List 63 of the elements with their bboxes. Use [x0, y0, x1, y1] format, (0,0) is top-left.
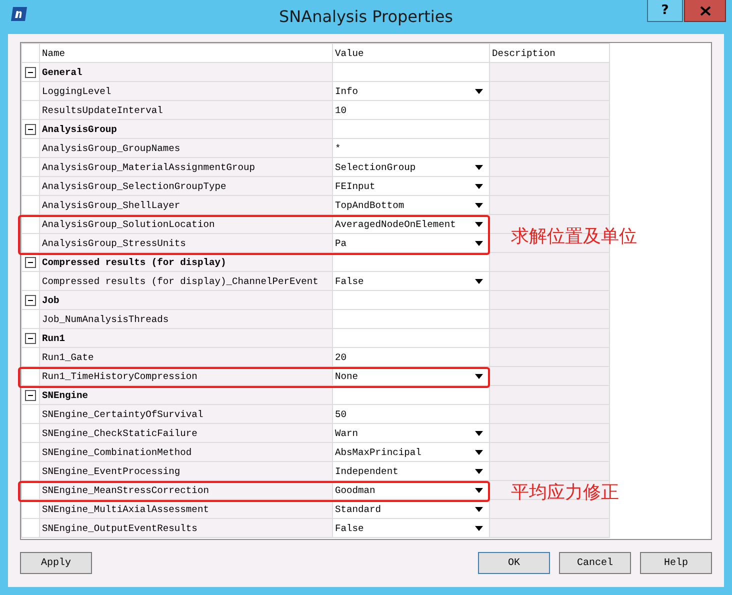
- app-logo-icon: [10, 6, 28, 22]
- category-label: Run1: [40, 328, 332, 348]
- property-value[interactable]: False: [335, 272, 364, 290]
- dropdown-arrow-icon[interactable]: [475, 450, 483, 454]
- property-value[interactable]: None: [335, 368, 358, 384]
- dropdown-arrow-icon[interactable]: [475, 202, 483, 208]
- property-name: SNEngine_CheckStaticFailure: [40, 424, 332, 442]
- property-name: AnalysisGroup_MaterialAssignmentGroup: [40, 158, 332, 176]
- property-value[interactable]: Info: [335, 82, 358, 100]
- dropdown-arrow-icon[interactable]: [475, 488, 483, 492]
- apply-button[interactable]: Apply: [20, 552, 92, 574]
- dialog-button[interactable]: Help: [640, 552, 712, 574]
- property-name: Compressed results (for display)_ChannelPerEvent: [40, 272, 332, 290]
- property-value[interactable]: Pa: [335, 234, 347, 252]
- column-header[interactable]: Name: [40, 44, 332, 62]
- column-header[interactable]: Description: [490, 44, 610, 62]
- close-button[interactable]: [684, 0, 726, 22]
- property-value[interactable]: Warn: [335, 424, 358, 442]
- dialog-button[interactable]: Cancel: [559, 552, 631, 574]
- dropdown-arrow-icon[interactable]: [475, 430, 483, 436]
- collapse-icon[interactable]: [25, 124, 36, 134]
- dropdown-arrow-icon[interactable]: [475, 184, 483, 188]
- collapse-icon[interactable]: [25, 256, 36, 268]
- column-header[interactable]: Value: [332, 44, 490, 62]
- property-value[interactable]: *: [332, 138, 490, 158]
- collapse-icon[interactable]: [25, 332, 36, 344]
- collapse-icon[interactable]: [25, 390, 36, 400]
- category-label: AnalysisGroup: [40, 120, 332, 138]
- dropdown-arrow-icon[interactable]: [475, 164, 483, 170]
- category-label: Job: [40, 290, 332, 310]
- dropdown-arrow-icon[interactable]: [475, 240, 483, 246]
- property-name: AnalysisGroup_StressUnits: [40, 234, 332, 252]
- close-icon: [700, 6, 710, 16]
- property-name: Job_NumAnalysisThreads: [40, 310, 332, 328]
- property-name: SNEngine_CombinationMethod: [40, 442, 332, 462]
- dropdown-arrow-icon[interactable]: [475, 88, 483, 94]
- property-name: LoggingLevel: [40, 82, 332, 100]
- window-title: SNAnalysis Properties: [279, 6, 453, 28]
- collapse-icon[interactable]: [25, 66, 36, 78]
- property-name: AnalysisGroup_ShellLayer: [40, 196, 332, 214]
- annotation-note: 求解位置及单位: [511, 224, 637, 248]
- dropdown-arrow-icon[interactable]: [475, 526, 483, 530]
- property-value[interactable]: 20: [332, 348, 490, 366]
- category-label: General: [40, 62, 332, 82]
- dropdown-arrow-icon[interactable]: [475, 278, 483, 284]
- property-name: ResultsUpdateInterval: [40, 100, 332, 120]
- property-value[interactable]: False: [335, 520, 364, 536]
- dropdown-arrow-icon[interactable]: [475, 506, 483, 512]
- dialog-button[interactable]: OK: [478, 552, 550, 574]
- property-value[interactable]: 50: [332, 404, 490, 424]
- help-button[interactable]: ?: [647, 0, 683, 22]
- property-name: Run1_Gate: [40, 348, 332, 366]
- annotation-note: 平均应力修正: [511, 481, 619, 505]
- property-name: SNEngine_OutputEventResults: [40, 518, 332, 538]
- dropdown-arrow-icon[interactable]: [475, 468, 483, 474]
- dropdown-arrow-icon[interactable]: [475, 374, 483, 378]
- property-value[interactable]: 10: [332, 100, 490, 120]
- property-name: SNEngine_EventProcessing: [40, 462, 332, 480]
- property-name: SNEngine_CertaintyOfSurvival: [40, 404, 332, 424]
- collapse-icon[interactable]: [25, 294, 36, 306]
- property-name: AnalysisGroup_GroupNames: [40, 138, 332, 158]
- property-name: AnalysisGroup_SelectionGroupType: [40, 176, 332, 196]
- dropdown-arrow-icon[interactable]: [475, 222, 483, 226]
